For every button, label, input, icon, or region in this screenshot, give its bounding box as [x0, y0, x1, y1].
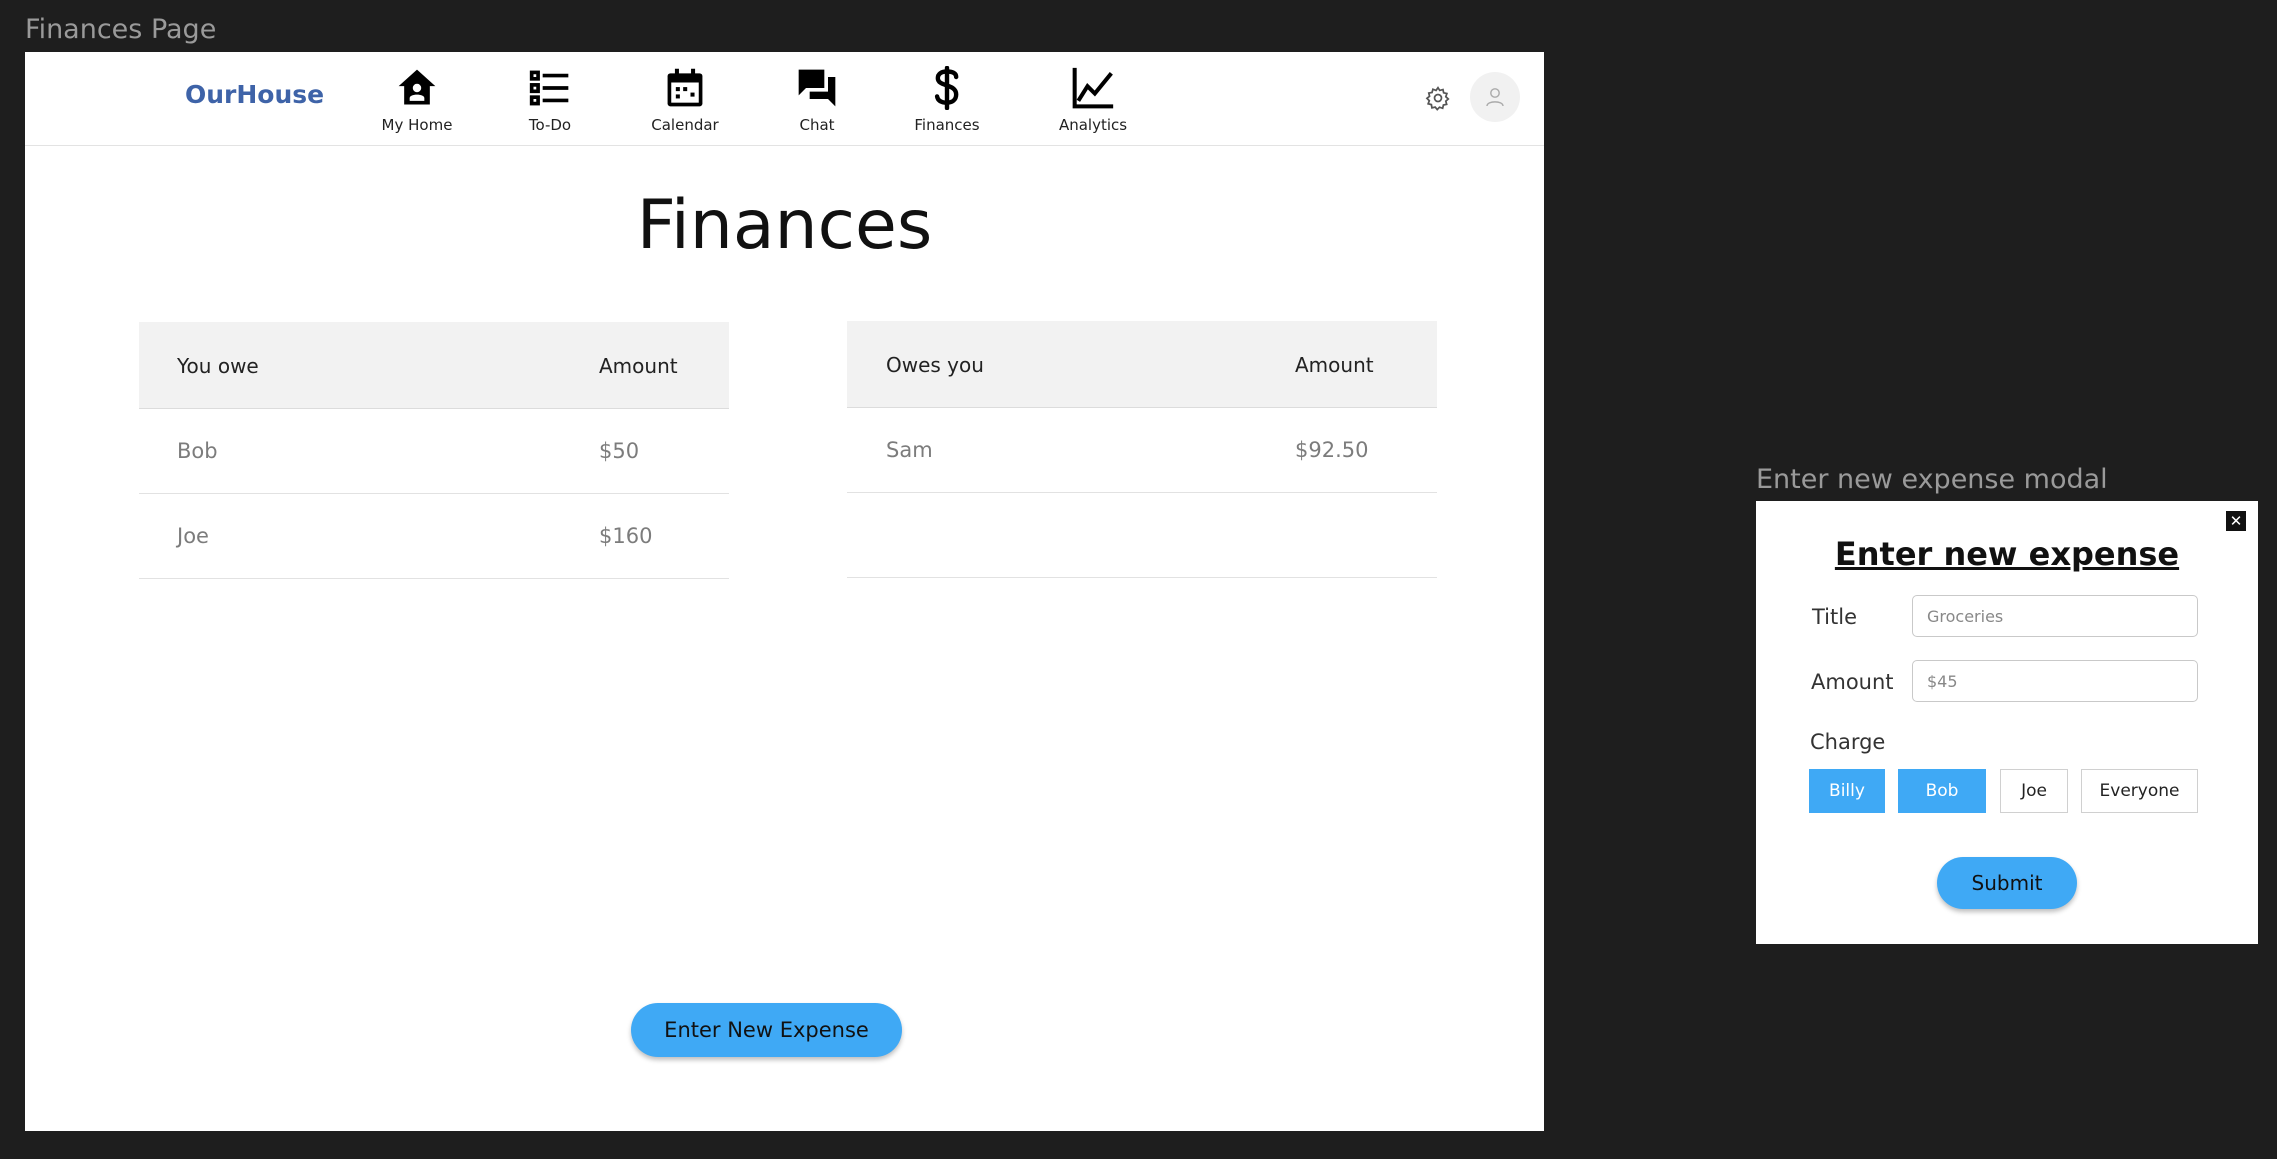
column-header-amount: Amount — [599, 354, 678, 378]
charge-option-billy[interactable]: Billy — [1809, 769, 1885, 813]
home-icon — [395, 66, 439, 110]
charge-option-everyone[interactable]: Everyone — [2081, 769, 2198, 813]
table-row[interactable]: Joe $160 — [139, 494, 729, 579]
gear-icon[interactable] — [1425, 85, 1451, 111]
title-input[interactable] — [1912, 595, 2198, 637]
nav-label-to-do: To-Do — [528, 116, 572, 134]
modal-frame-label: Enter new expense modal — [1756, 464, 2108, 495]
table-row — [847, 493, 1437, 578]
row-amount: $160 — [599, 524, 653, 548]
row-name: Joe — [177, 524, 209, 548]
amount-field-label: Amount — [1811, 670, 1894, 694]
amount-input[interactable] — [1912, 660, 2198, 702]
table-header: Owes you Amount — [847, 321, 1437, 408]
row-amount: $92.50 — [1295, 438, 1369, 462]
table-header: You owe Amount — [139, 322, 729, 409]
submit-button[interactable]: Submit — [1937, 857, 2077, 909]
page-title: Finances — [636, 186, 933, 265]
nav-label-chat: Chat — [799, 116, 835, 134]
nav-item-to-do[interactable]: To-Do — [490, 66, 610, 142]
nav-item-chat[interactable]: Chat — [757, 66, 877, 142]
list-icon — [528, 66, 572, 110]
navbar: OurHouse My Home To-Do Calendar Chat Fin… — [25, 52, 1544, 146]
nav-label-my-home: My Home — [381, 116, 453, 134]
table-row[interactable]: Sam $92.50 — [847, 408, 1437, 493]
avatar[interactable] — [1470, 72, 1520, 122]
you-owe-table: You owe Amount Bob $50 Joe $160 — [139, 322, 729, 579]
user-icon — [1486, 88, 1504, 107]
nav-item-my-home[interactable]: My Home — [357, 66, 477, 142]
row-name: Sam — [886, 438, 933, 462]
column-header-you-owe: You owe — [177, 354, 259, 378]
row-name: Bob — [177, 439, 218, 463]
nav-item-finances[interactable]: Finances — [887, 66, 1007, 142]
chat-icon — [795, 66, 839, 110]
modal-title: Enter new expense — [1834, 535, 2180, 573]
nav-label-calendar: Calendar — [651, 116, 719, 134]
calendar-icon — [663, 66, 707, 110]
enter-expense-modal: ✕ Enter new expense Title Amount Charge … — [1756, 501, 2258, 944]
title-field-label: Title — [1812, 605, 1858, 629]
chart-icon — [1071, 66, 1115, 110]
nav-item-analytics[interactable]: Analytics — [1033, 66, 1153, 142]
nav-item-calendar[interactable]: Calendar — [625, 66, 745, 142]
main-frame-label: Finances Page — [25, 14, 217, 45]
charge-option-bob[interactable]: Bob — [1898, 769, 1986, 813]
nav-label-finances: Finances — [914, 116, 980, 134]
owes-you-table: Owes you Amount Sam $92.50 — [847, 321, 1437, 578]
finances-page: OurHouse My Home To-Do Calendar Chat Fin… — [25, 52, 1544, 1131]
column-header-owes-you: Owes you — [886, 353, 984, 377]
charge-option-joe[interactable]: Joe — [2000, 769, 2068, 813]
enter-new-expense-button[interactable]: Enter New Expense — [631, 1003, 902, 1057]
close-icon[interactable]: ✕ — [2226, 511, 2246, 531]
column-header-amount: Amount — [1295, 353, 1374, 377]
row-amount: $50 — [599, 439, 640, 463]
table-row[interactable]: Bob $50 — [139, 409, 729, 494]
charge-label: Charge — [1810, 730, 1886, 754]
brand-logo[interactable]: OurHouse — [185, 80, 324, 109]
dollar-icon — [925, 66, 969, 110]
nav-label-analytics: Analytics — [1058, 116, 1128, 134]
